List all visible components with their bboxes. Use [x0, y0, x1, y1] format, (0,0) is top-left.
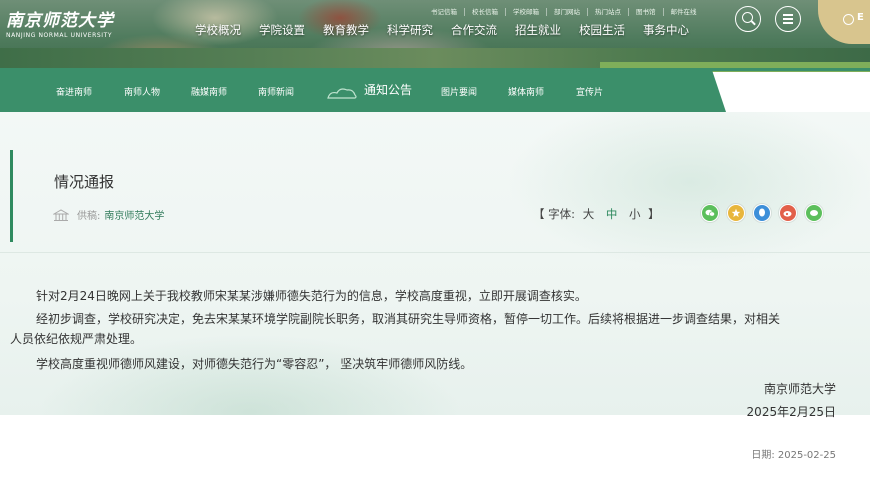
top-link[interactable]: 校长信箱 — [465, 8, 506, 16]
weibo-glyph — [783, 211, 792, 217]
top-link[interactable]: 邮件在线 — [664, 8, 704, 16]
top-link[interactable]: 学校邮箱 — [506, 8, 547, 16]
logo-english-name: NANJING NORMAL UNIVERSITY — [6, 32, 113, 39]
top-link[interactable]: 书记信箱 — [424, 8, 465, 16]
article-title: 情况通报 — [54, 173, 115, 191]
article-paragraph: 经初步调查，学校研究决定，免去宋某某环境学院副院长职务，取消其研究生导师资格，暂… — [10, 309, 848, 349]
article-paragraph: 针对2月24日晚网上关于我校教师宋某某涉嫌师德失范行为的信息，学校高度重视，立即… — [36, 286, 587, 306]
main-nav: 学校概况 学院设置 教育教学 科学研究 合作交流 招生就业 校园生活 事务中心 — [186, 22, 698, 38]
article-paragraph: 学校高度重视师德师风建设，对师德失范行为“零容忍”， 坚决筑牢师德师风防线。 — [36, 354, 472, 374]
source-label: 供稿: — [77, 211, 101, 222]
subnav-item[interactable]: 南师人物 — [124, 85, 160, 98]
top-link[interactable]: 图书馆 — [629, 8, 664, 16]
logo-chinese-name: 南京师范大学 — [6, 11, 114, 31]
subnav-item[interactable]: 图片要闻 — [441, 85, 477, 98]
main-nav-item[interactable]: 校园生活 — [570, 22, 634, 38]
penguin-icon — [759, 208, 765, 217]
font-size-control: 【 字体: 大 中 小 】 — [533, 206, 660, 222]
font-label: 【 字体: — [533, 207, 576, 221]
source-value: 南京师范大学 — [104, 211, 165, 222]
search-icon[interactable] — [735, 6, 761, 32]
moments-glyph — [810, 210, 818, 216]
main-nav-item[interactable]: 招生就业 — [506, 22, 570, 38]
top-link[interactable]: 热门站点 — [588, 8, 629, 16]
subnav-item[interactable]: 媒体南师 — [508, 85, 544, 98]
share-buttons — [701, 204, 823, 222]
wechat-icon-glyph — [705, 209, 715, 217]
main-nav-item[interactable]: 合作交流 — [442, 22, 506, 38]
wechat-icon[interactable] — [701, 204, 719, 222]
top-link[interactable]: 部门网站 — [547, 8, 588, 16]
wechat-moments-icon[interactable] — [805, 204, 823, 222]
font-medium-button[interactable]: 中 — [606, 207, 618, 221]
university-logo[interactable]: 南京师范大学 NANJING NORMAL UNIVERSITY — [6, 6, 114, 39]
qq-icon[interactable] — [753, 204, 771, 222]
title-accent-bar — [10, 150, 13, 242]
paragraph-text: 学校高度重视师德师风建设，对师德失范行为“零容忍”， 坚决筑牢师德师风防线。 — [36, 357, 473, 371]
main-nav-item[interactable]: 教育教学 — [314, 22, 378, 38]
subnav-item-active[interactable]: 通知公告 — [364, 81, 412, 98]
sub-nav: 奋进南师 南师人物 融媒南师 南师新闻 通知公告 图片要闻 媒体南师 宣传片 — [0, 70, 726, 112]
qzone-icon[interactable] — [727, 204, 745, 222]
main-nav-item[interactable]: 科学研究 — [378, 22, 442, 38]
star-icon — [731, 208, 741, 217]
publish-date: 日期: 2025-02-25 — [751, 450, 836, 461]
subnav-item[interactable]: 宣传片 — [576, 85, 603, 98]
divider — [0, 252, 870, 253]
signature: 南京师范大学 — [763, 382, 836, 396]
language-label: E — [857, 12, 864, 23]
paragraph-text: 针对2月24日晚网上关于我校教师宋某某涉嫌师德失范行为的信息，学校高度重视，立即… — [36, 289, 587, 303]
globe-icon — [843, 14, 854, 25]
weibo-icon[interactable] — [779, 204, 797, 222]
subnav-item[interactable]: 南师新闻 — [258, 85, 294, 98]
subnav-item[interactable]: 奋进南师 — [56, 85, 92, 98]
subnav-item[interactable]: 融媒南师 — [191, 85, 227, 98]
top-links: 书记信箱 校长信箱 学校邮箱 部门网站 热门站点 图书馆 邮件在线 — [424, 8, 704, 16]
main-nav-item[interactable]: 学校概况 — [186, 22, 250, 38]
paragraph-text: 经初步调查，学校研究决定，免去宋某某环境学院副院长职务，取消其研究生导师资格，暂… — [36, 312, 781, 326]
font-small-button[interactable]: 小 — [629, 207, 641, 221]
font-close-bracket: 】 — [648, 207, 660, 221]
main-nav-item[interactable]: 事务中心 — [634, 22, 698, 38]
menu-icon[interactable] — [775, 6, 801, 32]
cloud-icon — [327, 88, 357, 99]
building-icon — [53, 208, 69, 221]
font-large-button[interactable]: 大 — [583, 207, 595, 221]
paragraph-text: 人员依纪依规严肃处理。 — [10, 332, 143, 346]
main-nav-item[interactable]: 学院设置 — [250, 22, 314, 38]
signature-date: 2025年2月25日 — [746, 405, 836, 419]
article-source: 供稿: 南京师范大学 — [53, 207, 164, 222]
